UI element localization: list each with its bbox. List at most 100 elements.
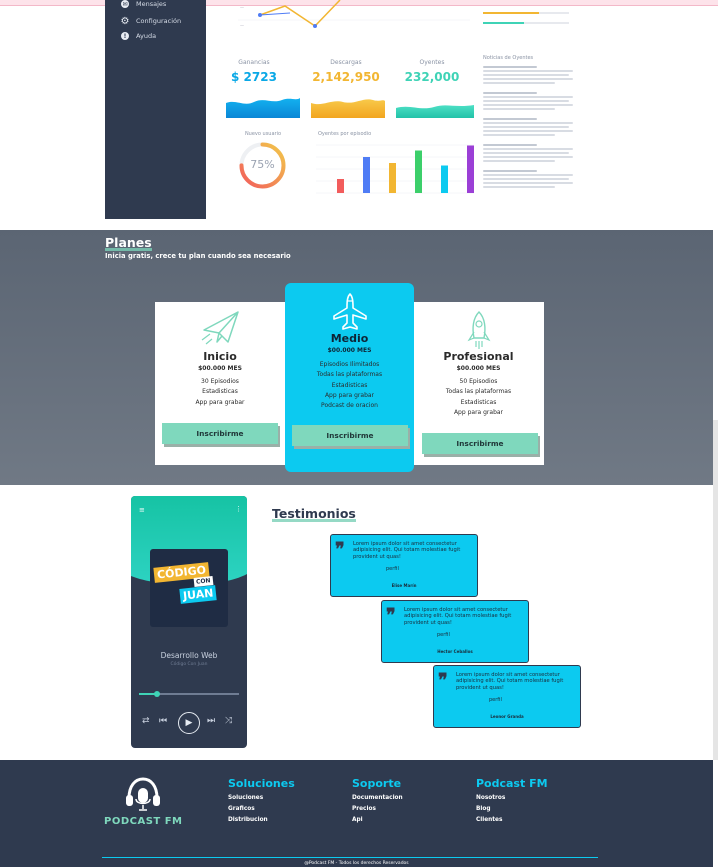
quote-icon: ❞ (438, 670, 448, 691)
site-footer: PODCAST FM Soluciones Soluciones Grafico… (0, 760, 713, 867)
footer-link[interactable]: Graficos (228, 806, 295, 812)
stat-label: Oyentes (419, 59, 445, 66)
planes-title: Planes (105, 235, 152, 251)
bar-chart (316, 144, 474, 194)
footer-divider (102, 857, 598, 858)
plan-card-medio: Medio $00.000 MES Episodios Ilimitados T… (285, 283, 414, 472)
news-title: Noticias de Oyentes (483, 55, 534, 61)
footer-column-title: Soporte (352, 777, 402, 790)
page-scrollbar[interactable] (713, 420, 718, 760)
testimonial-text: Lorem ipsum dolor sit amet consectetur a… (456, 672, 564, 691)
testimonial-author: Elise Marín (391, 583, 417, 588)
news-item (483, 92, 573, 110)
footer-link[interactable]: Soluciones (228, 795, 295, 801)
gear-icon: ⚙ (120, 15, 130, 27)
planes-subtitle: Inicia gratis, crece tu plan cuando sea … (105, 252, 291, 260)
inscribirme-button-inicio[interactable]: Inscribirme (162, 423, 278, 444)
more-options-icon[interactable]: ⋮ (235, 505, 242, 513)
track-title: Desarrollo Web (160, 651, 218, 660)
footer-link[interactable]: Blog (476, 806, 548, 812)
stat-ganancias: Ganancias $ 2723 (214, 59, 294, 84)
bar (337, 179, 344, 193)
stat-value: 2,142,950 (312, 70, 380, 84)
footer-column-soluciones: Soluciones Soluciones Graficos Distribuc… (228, 777, 295, 823)
avatar: perfil (386, 566, 399, 572)
sidebar-item-mensajes: ✉ Mensajes (121, 0, 166, 8)
news-item (483, 144, 573, 162)
plan-feature: App para grabar (195, 398, 245, 406)
podcast-logo-icon (126, 777, 160, 811)
inscribirme-button-profesional[interactable]: Inscribirme (422, 433, 538, 454)
chart-point (258, 13, 262, 17)
news-item (483, 118, 573, 136)
bar (441, 165, 448, 193)
plan-feature: 30 Episodios (201, 378, 239, 385)
repeat-icon[interactable]: ⇄ (142, 716, 150, 726)
inscribirme-button-medio[interactable]: Inscribirme (292, 425, 408, 446)
sidebar-item-label: Configuración (136, 17, 182, 25)
plan-name: Profesional (443, 350, 514, 363)
sidebar-item-label: Mensajes (136, 0, 167, 8)
dashboard-sidebar: ✉ Mensajes ⚙ Configuración ! Ayuda (105, 0, 206, 219)
footer-link[interactable]: Api (352, 817, 403, 823)
footer-link[interactable]: Nosotros (476, 795, 548, 801)
plan-feature: 50 Episodios (459, 378, 498, 385)
footer-column-title: Soluciones (228, 777, 295, 790)
plan-feature: Estadisticas (202, 388, 238, 396)
plan-feature: App para grabar (453, 408, 504, 416)
footer-link[interactable]: Clientes (476, 817, 548, 823)
plan-price: $00.000 MES (456, 365, 501, 372)
plan-price: $00.000 MES (327, 347, 372, 354)
plan-card-profesional: Profesional $00.000 MES 50 Episodios Tod… (413, 302, 544, 465)
menu-icon[interactable]: ≡ (139, 506, 145, 514)
bar (415, 150, 422, 193)
chart-point (313, 24, 317, 28)
cover-logo-line3: JUAN (179, 585, 218, 604)
plan-name: Inicio (203, 350, 237, 363)
svg-text:—: — (240, 23, 244, 28)
seek-knob[interactable] (154, 691, 160, 697)
footer-column-title: Podcast FM (476, 777, 548, 790)
bar (467, 145, 474, 193)
footer-link[interactable]: Documentacion (352, 795, 403, 801)
airplane-icon (333, 293, 367, 330)
stat-oyentes: Oyentes 232,000 (392, 59, 472, 84)
footer-link[interactable]: Distribucion (228, 817, 295, 823)
next-icon[interactable]: ⏭ (207, 716, 215, 726)
sidebar-item-ayuda: ! Ayuda (121, 32, 156, 40)
play-icon: ▶ (185, 718, 193, 728)
testimonial-author: Leonor Granda (490, 714, 524, 719)
footer-brand: PODCAST FM (104, 816, 183, 827)
avatar: perfil (437, 632, 450, 638)
plan-feature: Podcast de oracion (321, 402, 378, 410)
oyentes-area-chart (396, 105, 474, 118)
plan-feature: Todas las plataformas (316, 371, 383, 379)
plan-feature: Estadisticas (460, 398, 497, 406)
rocket-icon (467, 311, 491, 349)
news-list: Noticias de Oyentes (483, 55, 573, 196)
testimonial-card: ❞ Lorem ipsum dolor sit amet consectetur… (381, 600, 529, 663)
seek-bar[interactable] (139, 691, 239, 697)
plan-feature: Todas las plataformas (445, 388, 512, 396)
gauge-value: 75% (250, 158, 275, 171)
plan-price: $00.000 MES (198, 365, 242, 372)
svg-text:—: — (240, 5, 244, 10)
sidebar-item-label: Ayuda (136, 32, 157, 40)
testimonial-text: Lorem ipsum dolor sit amet consectetur a… (404, 607, 512, 626)
previous-icon[interactable]: ⏮ (159, 716, 167, 726)
planes-section: Planes Inicia gratis, crece tu plan cuan… (0, 230, 713, 485)
descargas-area-chart (311, 99, 385, 118)
paper-plane-icon (201, 311, 239, 345)
gauge-label: Nuevo usuario (244, 131, 282, 137)
bar (363, 157, 370, 193)
shuffle-icon[interactable]: ⤨ (225, 716, 232, 726)
phone-player-mockup: ≡ ⋮ CÓDIGO CON JUAN Desarrollo Web Códig… (131, 496, 247, 748)
play-button[interactable]: ▶ (178, 712, 200, 734)
news-item (483, 170, 573, 188)
track-artist: Código Con Juan (170, 662, 208, 667)
ganancias-area-chart (226, 98, 300, 118)
footer-link[interactable]: Precios (352, 806, 403, 812)
message-icon: ✉ (121, 0, 129, 8)
plan-card-inicio: Inicio $00.000 MES 30 Episodios Estadist… (155, 302, 285, 465)
stat-descargas: Descargas 2,142,950 (306, 59, 386, 84)
